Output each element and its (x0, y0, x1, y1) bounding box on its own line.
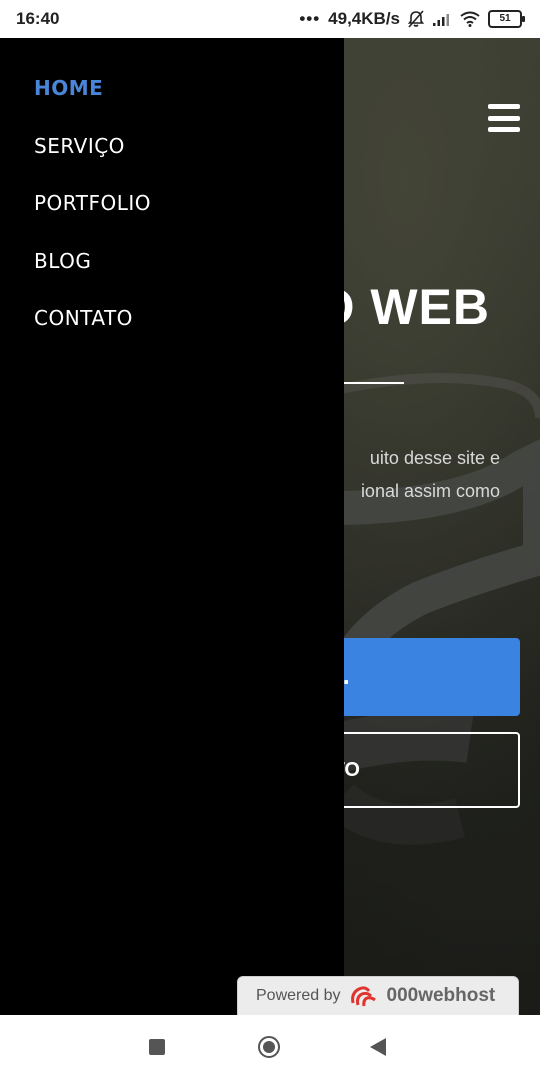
webhost-logo-icon (350, 986, 376, 1007)
powered-by-label: Powered by (256, 987, 341, 1004)
signal-icon (433, 14, 449, 26)
menu-item-servico[interactable]: SERVIÇO (34, 132, 151, 190)
powered-by-badge[interactable]: Powered by 000webhost (237, 976, 519, 1016)
mute-bell-icon (408, 10, 424, 28)
recent-apps-icon[interactable] (149, 1039, 165, 1055)
system-navigation-bar (0, 1015, 540, 1080)
status-icons: ••• 49,4KB/s 51 (299, 9, 525, 29)
hamburger-menu-icon[interactable] (488, 104, 520, 132)
back-icon[interactable] (370, 1038, 386, 1056)
navigation-drawer: HOME SERVIÇO PORTFOLIO BLOG CONTATO (0, 38, 344, 1015)
menu-item-blog[interactable]: BLOG (34, 247, 151, 305)
battery-icon: 51 (488, 10, 525, 28)
menu-item-home[interactable]: HOME (34, 74, 151, 132)
menu-item-portfolio[interactable]: PORTFOLIO (34, 189, 151, 247)
network-speed: 49,4KB/s (328, 9, 400, 28)
more-dots-icon: ••• (299, 9, 321, 28)
drawer-menu: HOME SERVIÇO PORTFOLIO BLOG CONTATO (34, 74, 151, 362)
menu-item-contato[interactable]: CONTATO (34, 304, 151, 362)
powered-by-brand: 000webhost (386, 985, 496, 1006)
home-icon[interactable] (258, 1036, 280, 1058)
status-bar: 16:40 ••• 49,4KB/s 51 (0, 0, 540, 38)
wifi-icon (460, 11, 480, 27)
status-time: 16:40 (16, 9, 60, 28)
